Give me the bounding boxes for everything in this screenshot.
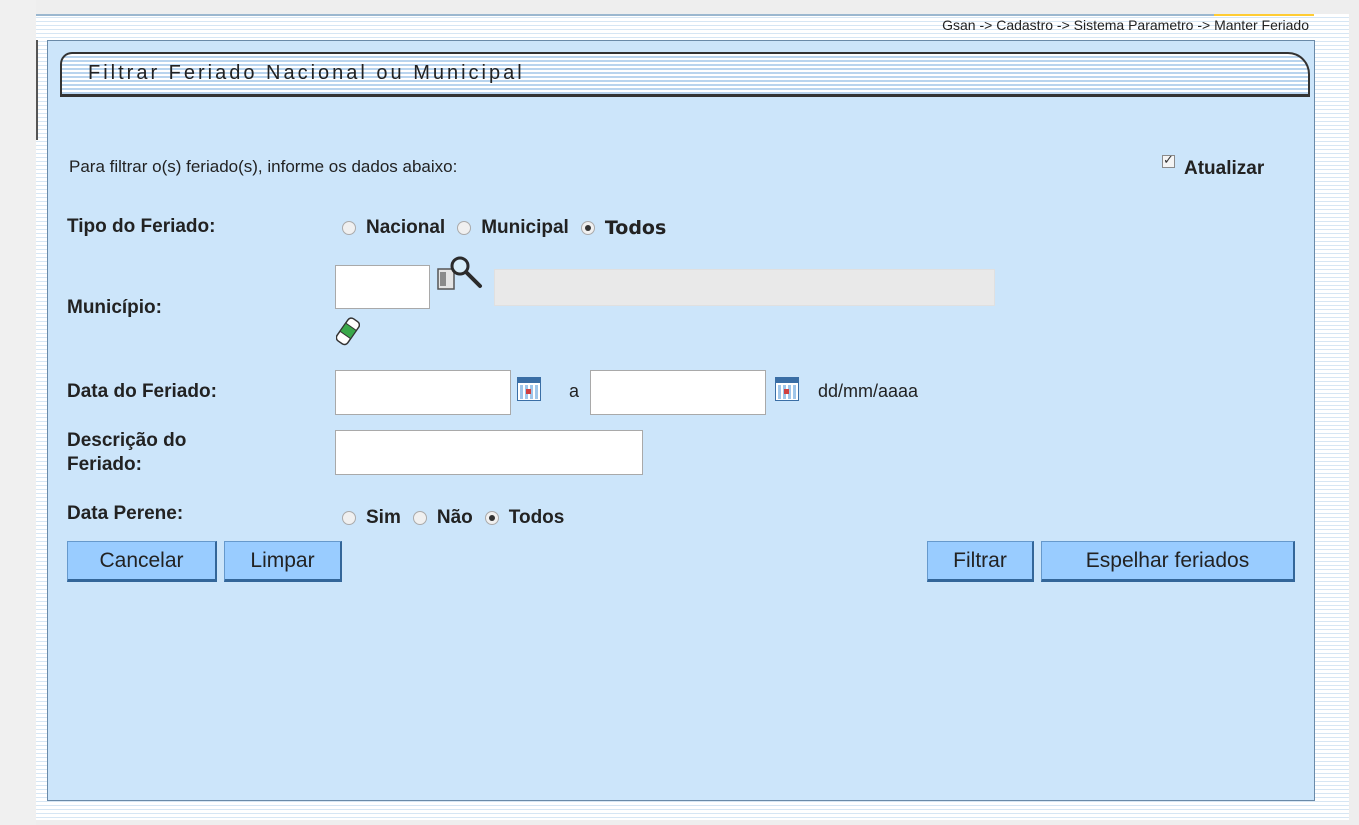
left-rule (36, 40, 38, 140)
tipo-feriado-label: Tipo do Feriado: (67, 216, 216, 237)
filter-panel (47, 40, 1315, 801)
atualizar-label: Atualizar (1184, 158, 1265, 179)
instructions-text: Para filtrar o(s) feriado(s), informe os… (69, 157, 458, 176)
data-perene-label: Data Perene: (67, 503, 184, 524)
radio-nao-label: Não (436, 507, 473, 528)
espelhar-feriados-button[interactable]: Espelhar feriados (1041, 541, 1295, 582)
data-final-input[interactable] (590, 370, 766, 415)
radio-todos[interactable] (580, 221, 595, 235)
eraser-icon[interactable] (336, 315, 360, 349)
date-range-separator: a (569, 381, 580, 401)
municipio-name-display (494, 269, 995, 306)
filtrar-button[interactable]: Filtrar (927, 541, 1034, 582)
panel-title: Filtrar Feriado Nacional ou Municipal (88, 62, 525, 84)
calendar-icon-final[interactable] (775, 377, 799, 401)
radio-nacional-label: Nacional (366, 217, 446, 238)
date-format-hint: dd/mm/aaaa (818, 381, 919, 401)
radio-todos-label: Todos (604, 217, 667, 239)
radio-nacional[interactable] (342, 221, 356, 235)
data-perene-radio-group: Sim Não Todos (342, 507, 576, 529)
cancelar-button[interactable]: Cancelar (67, 541, 217, 582)
magnifier-search-icon[interactable] (436, 255, 492, 295)
atualizar-checkbox[interactable] (1162, 152, 1175, 168)
radio-perene-todos[interactable] (484, 511, 499, 525)
descricao-label-line2: Feriado: (67, 454, 142, 475)
radio-sim[interactable] (342, 511, 356, 525)
radio-perene-todos-label: Todos (508, 507, 565, 528)
left-frame (0, 0, 36, 825)
descricao-label-line1: Descrição do (67, 430, 187, 451)
data-feriado-label: Data do Feriado: (67, 381, 217, 402)
calendar-icon[interactable] (517, 377, 541, 401)
municipio-code-input[interactable] (335, 265, 430, 309)
radio-municipal[interactable] (457, 221, 472, 235)
tipo-feriado-radio-group: Nacional Municipal Todos (342, 217, 678, 239)
radio-municipal-label: Municipal (481, 217, 569, 238)
data-inicial-input[interactable] (335, 370, 511, 415)
municipio-label: Município: (67, 297, 162, 318)
limpar-button[interactable]: Limpar (224, 541, 342, 582)
panel-title-underline (60, 94, 1310, 97)
descricao-input[interactable] (335, 430, 643, 475)
radio-sim-label: Sim (366, 507, 401, 528)
radio-nao[interactable] (412, 511, 427, 525)
breadcrumb: Gsan -> Cadastro -> Sistema Parametro ->… (942, 17, 1309, 33)
